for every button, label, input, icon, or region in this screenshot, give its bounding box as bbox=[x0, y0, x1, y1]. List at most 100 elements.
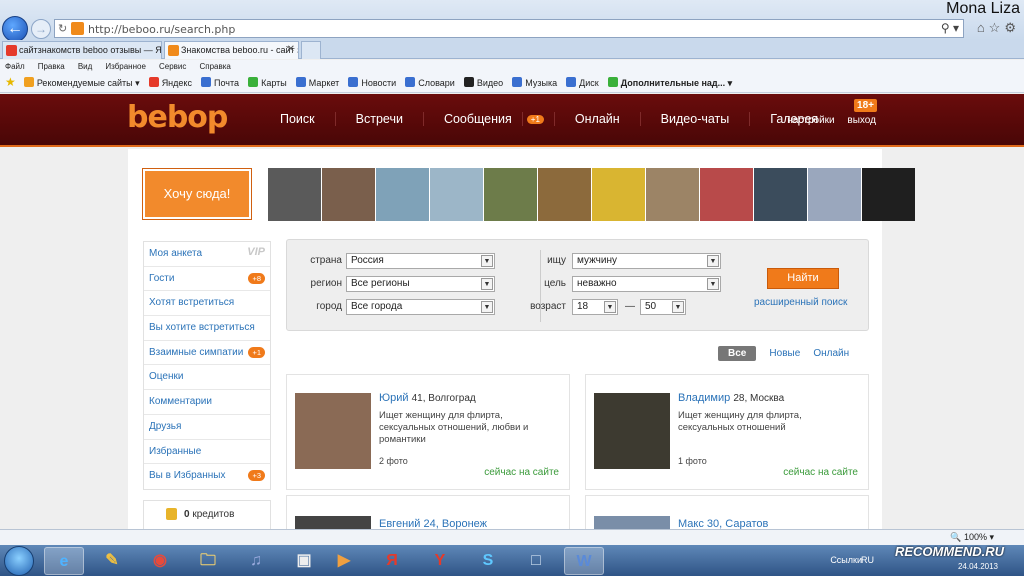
yandex-taskbar-icon[interactable]: Я bbox=[372, 547, 412, 575]
want-here-button[interactable]: Хочу сюда! bbox=[143, 169, 251, 219]
age-to-select[interactable]: 50 ▼ bbox=[640, 299, 686, 315]
settings-link[interactable]: настройки bbox=[787, 115, 834, 126]
country-select[interactable]: Россия ▼ bbox=[346, 253, 495, 269]
url-text[interactable]: http://beboo.ru/search.php bbox=[88, 23, 235, 36]
sidebar-item-want-to-meet[interactable]: Хотят встретиться bbox=[144, 291, 270, 317]
filter-new[interactable]: Новые bbox=[769, 348, 800, 359]
seek-select[interactable]: мужчину ▼ bbox=[572, 253, 721, 269]
fav-disk[interactable]: Диск bbox=[563, 73, 602, 88]
back-button[interactable]: ← bbox=[2, 16, 28, 42]
menu-help[interactable]: Справка bbox=[194, 61, 235, 72]
skype-taskbar-icon[interactable]: S bbox=[468, 547, 508, 575]
fav-video[interactable]: Видео bbox=[461, 73, 506, 88]
nav-meetings[interactable]: Встречи bbox=[336, 112, 424, 126]
advanced-search-link[interactable]: расширенный поиск bbox=[754, 297, 847, 308]
profile-name-line[interactable]: Владимир 28, Москва bbox=[678, 392, 784, 404]
nav-video-chats[interactable]: Видео-чаты bbox=[641, 112, 751, 126]
language-indicator[interactable]: RU bbox=[861, 555, 874, 565]
profile-name-line[interactable]: Юрий 41, Волгоград bbox=[379, 392, 476, 404]
profile-card[interactable]: Евгений 24, Воронеж bbox=[286, 495, 570, 530]
profile-photo[interactable] bbox=[295, 393, 371, 469]
forward-button[interactable]: → bbox=[31, 19, 51, 39]
nav-messages[interactable]: Сообщения +1 bbox=[424, 112, 555, 126]
menu-favorites[interactable]: Избранное bbox=[100, 61, 151, 72]
promo-photo[interactable] bbox=[376, 168, 429, 221]
word-taskbar-icon[interactable]: W bbox=[564, 547, 604, 575]
tab-beboo[interactable]: Знакомства beboo.ru - сайт знак... ✕ bbox=[164, 41, 299, 59]
sidebar-item-favorites[interactable]: Избранные bbox=[144, 440, 270, 465]
menu-view[interactable]: Вид bbox=[73, 61, 97, 72]
zoom-level[interactable]: 🔍 100% ▾ bbox=[950, 532, 994, 543]
fav-news[interactable]: Новости bbox=[345, 73, 399, 88]
promo-photo[interactable] bbox=[322, 168, 375, 221]
explorer-taskbar-icon[interactable]: 🗀 bbox=[188, 547, 228, 575]
credits-box[interactable]: 0 кредитов bbox=[143, 500, 271, 530]
nav-online[interactable]: Онлайн bbox=[555, 112, 641, 126]
yandex-browser-taskbar-icon[interactable]: Y bbox=[420, 547, 460, 575]
close-tab-icon[interactable]: ✕ bbox=[287, 44, 295, 55]
app-taskbar-icon[interactable]: ▣ bbox=[284, 547, 324, 575]
promo-photo[interactable] bbox=[592, 168, 645, 221]
filter-all[interactable]: Все bbox=[718, 346, 757, 361]
menu-edit[interactable]: Правка bbox=[33, 61, 70, 72]
new-tab-button[interactable] bbox=[301, 41, 321, 59]
sidebar-item-ratings[interactable]: Оценки bbox=[144, 365, 270, 391]
start-button[interactable] bbox=[4, 546, 34, 576]
volume-taskbar-icon[interactable]: ♫ bbox=[236, 547, 276, 575]
fav-addons[interactable]: Дополнительные над... ▾ bbox=[605, 73, 735, 89]
promo-photo[interactable] bbox=[700, 168, 753, 221]
site-logo[interactable]: bebop bbox=[127, 100, 228, 135]
menu-tools[interactable]: Сервис bbox=[154, 61, 191, 72]
clock-date[interactable]: 24.04.2013 bbox=[958, 562, 998, 571]
chrome-taskbar-icon[interactable]: ◉ bbox=[140, 547, 180, 575]
ie-taskbar-icon[interactable]: e bbox=[44, 547, 84, 575]
fav-market[interactable]: Маркет bbox=[293, 73, 342, 88]
address-bar[interactable]: ↻ http://beboo.ru/search.php ⚲ ▾ bbox=[54, 19, 964, 38]
fav-mail[interactable]: Почта bbox=[198, 73, 242, 88]
profile-photo[interactable] bbox=[295, 516, 371, 530]
fav-yandex[interactable]: Яндекс bbox=[146, 73, 195, 88]
favorites-star-icon[interactable]: ★ bbox=[0, 73, 18, 89]
tool-taskbar-icon[interactable]: ✎ bbox=[92, 547, 132, 575]
promo-photo[interactable] bbox=[862, 168, 915, 221]
tab-yandex[interactable]: сайтзнакомств beboo отзывы — Ян... bbox=[2, 41, 162, 59]
find-button[interactable]: Найти bbox=[767, 268, 839, 289]
promo-photo[interactable] bbox=[538, 168, 591, 221]
home-star-gear-icons[interactable]: ⌂☆⚙ bbox=[977, 20, 1020, 36]
sidebar-item-my-profile[interactable]: Моя анкета VIP bbox=[144, 242, 270, 267]
sidebar-item-mutual-likes[interactable]: Взаимные симпатии +1 bbox=[144, 341, 270, 366]
media-taskbar-icon[interactable]: ▶ bbox=[324, 547, 364, 575]
refresh-icon[interactable]: ↻ bbox=[58, 22, 67, 35]
links-toolbar[interactable]: Ссылки bbox=[830, 555, 862, 565]
fav-dictionaries[interactable]: Словари bbox=[402, 73, 458, 88]
nav-search[interactable]: Поиск bbox=[260, 112, 336, 126]
sidebar-item-friends[interactable]: Друзья bbox=[144, 415, 270, 440]
filter-online[interactable]: Онлайн bbox=[813, 348, 849, 359]
fav-recommended[interactable]: Рекомендуемые сайты ▾ bbox=[21, 73, 143, 89]
fav-maps[interactable]: Карты bbox=[245, 73, 290, 88]
window-taskbar-icon[interactable]: □ bbox=[516, 547, 556, 575]
promo-photo[interactable] bbox=[808, 168, 861, 221]
sidebar-item-guests[interactable]: Гости +8 bbox=[144, 267, 270, 292]
promo-photo[interactable] bbox=[754, 168, 807, 221]
search-icon[interactable]: ⚲ ▾ bbox=[941, 21, 959, 35]
profile-photo[interactable] bbox=[594, 393, 670, 469]
age-from-select[interactable]: 18 ▼ bbox=[572, 299, 618, 315]
promo-photo[interactable] bbox=[430, 168, 483, 221]
promo-photo[interactable] bbox=[484, 168, 537, 221]
profile-card[interactable]: Владимир 28, Москва Ищет женщину для фли… bbox=[585, 374, 869, 490]
sidebar-item-comments[interactable]: Комментарии bbox=[144, 390, 270, 415]
promo-photo[interactable] bbox=[646, 168, 699, 221]
logout-link[interactable]: выход bbox=[847, 115, 876, 126]
profile-card[interactable]: Макс 30, Саратов bbox=[585, 495, 869, 530]
profile-photo[interactable] bbox=[594, 516, 670, 530]
city-select[interactable]: Все города ▼ bbox=[346, 299, 495, 315]
menu-file[interactable]: Файл bbox=[0, 61, 30, 72]
region-select[interactable]: Все регионы ▼ bbox=[346, 276, 495, 292]
promo-photo[interactable] bbox=[268, 168, 321, 221]
profile-card[interactable]: Юрий 41, Волгоград Ищет женщину для флир… bbox=[286, 374, 570, 490]
sidebar-item-you-want-to-meet[interactable]: Вы хотите встретиться bbox=[144, 316, 270, 341]
goal-select[interactable]: неважно ▼ bbox=[572, 276, 721, 292]
fav-music[interactable]: Музыка bbox=[509, 73, 560, 88]
sidebar-item-in-favorites[interactable]: Вы в Избранных +3 bbox=[144, 464, 270, 489]
